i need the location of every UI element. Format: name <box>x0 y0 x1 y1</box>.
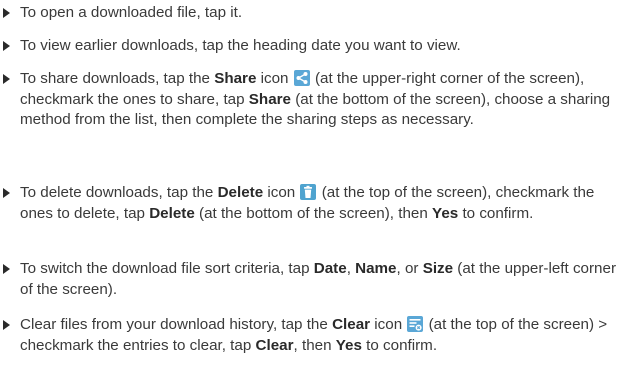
clear-label: Clear <box>332 316 371 333</box>
delete-label: Delete <box>217 184 264 201</box>
item-text: To view earlier downloads, tap the headi… <box>20 37 461 54</box>
item-text: , or <box>396 260 423 277</box>
item-text: To switch the download file sort criteri… <box>20 260 314 277</box>
clear-history-icon <box>407 316 424 332</box>
bullet-icon <box>3 41 10 51</box>
item-text: to confirm. <box>361 336 438 354</box>
item-text: icon <box>370 316 407 333</box>
yes-label: Yes <box>335 336 362 354</box>
item-text: , <box>346 260 356 277</box>
yes-label: Yes <box>432 204 459 222</box>
item-text: to confirm. <box>458 204 534 222</box>
share-label: Share <box>214 70 257 87</box>
item-text: Clear files from your download history, … <box>20 316 333 333</box>
share-icon <box>293 70 310 86</box>
list-item-clear: Clear files from your download history, … <box>0 315 618 356</box>
name-label: Name <box>355 260 397 277</box>
share-label: Share <box>248 90 291 108</box>
list-item-open: To open a downloaded file, tap it. <box>0 3 620 24</box>
bullet-icon <box>3 74 10 84</box>
list-item-sort: To switch the download file sort criteri… <box>0 259 618 300</box>
list-item-delete: To delete downloads, tap the Delete icon… <box>0 183 618 224</box>
item-text: To share downloads, tap the <box>20 70 215 87</box>
date-label: Date <box>313 260 347 277</box>
item-text: To delete downloads, tap the <box>20 184 218 201</box>
size-label: Size <box>422 260 454 277</box>
delete-label: Delete <box>149 204 195 222</box>
list-item-share: To share downloads, tap the Share icon (… <box>0 69 618 131</box>
bullet-icon <box>3 188 10 198</box>
item-text: , then <box>293 336 336 354</box>
bullet-icon <box>3 8 10 18</box>
item-text: (at the bottom of the screen), then <box>194 204 433 222</box>
item-text: icon <box>256 70 293 87</box>
clear-label: Clear <box>255 336 294 354</box>
trash-icon <box>300 184 317 200</box>
bullet-icon <box>3 264 10 274</box>
list-item-earlier: To view earlier downloads, tap the headi… <box>0 36 620 57</box>
bullet-icon <box>3 320 10 330</box>
item-text: icon <box>263 184 300 201</box>
item-text: To open a downloaded file, tap it. <box>20 4 243 21</box>
